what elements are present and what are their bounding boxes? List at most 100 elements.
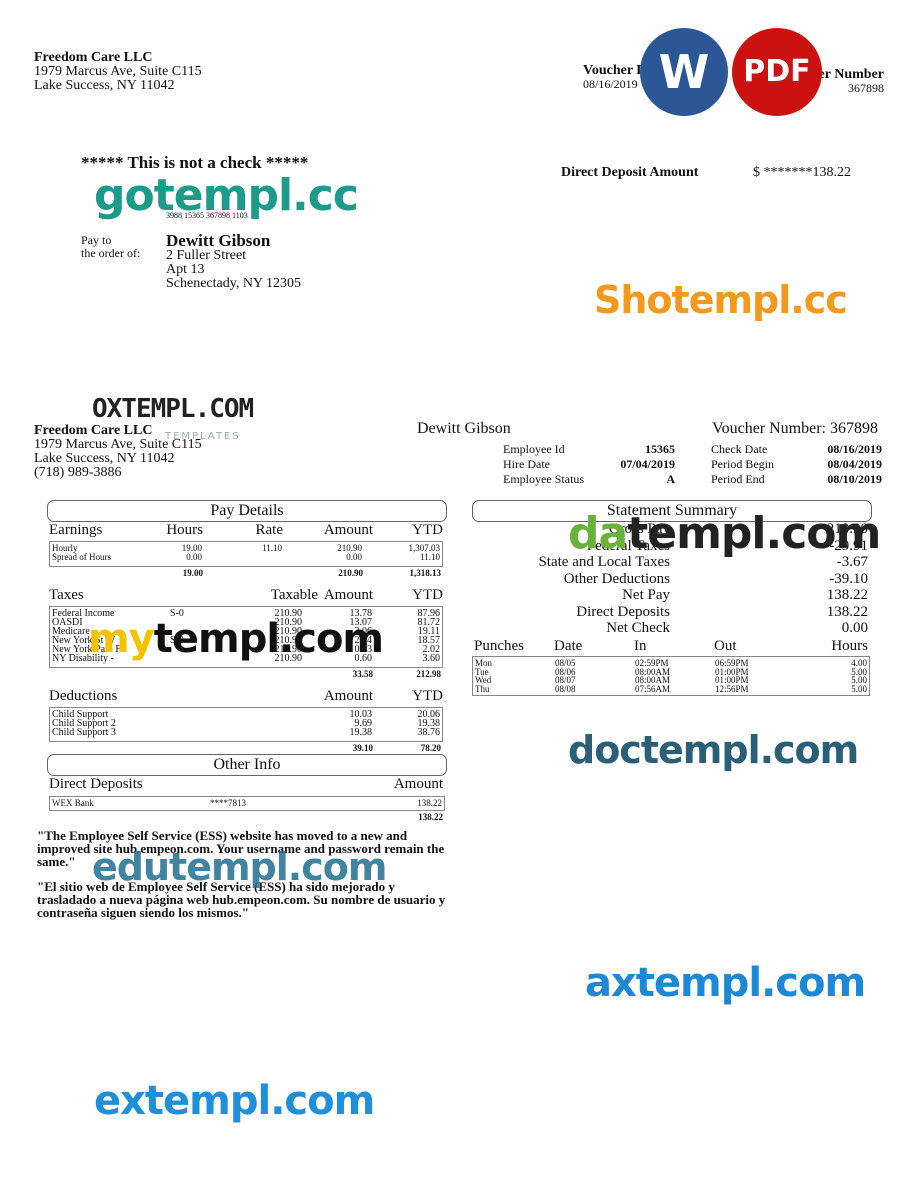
- oxtempl-watermark: OXTEMPL.COM: [92, 394, 254, 424]
- col-header: Rate: [255, 522, 284, 538]
- total-value: 39.10: [352, 743, 373, 753]
- micr-line: 3988 15365 367898 1103: [166, 211, 248, 220]
- deposit-row: WEX Bank ****7813 138.22: [49, 796, 445, 811]
- col-header: Hours: [166, 522, 203, 538]
- col-header: Out: [714, 638, 737, 654]
- company-address1: 1979 Marcus Ave, Suite C115: [34, 64, 202, 79]
- cell: Spread of Hours: [52, 552, 111, 562]
- deposit-amount: 138.22: [417, 798, 442, 808]
- col-header: Taxes: [49, 587, 84, 603]
- axtempl-watermark: axtempl.com: [585, 960, 866, 1006]
- direct-deposit-amount: $ *******138.22: [753, 165, 851, 180]
- cell: 11.10: [420, 552, 440, 562]
- stub-company-address2: Lake Success, NY 11042: [34, 451, 175, 466]
- pay-details-header: Pay Details: [47, 500, 447, 522]
- cell: Child Support 3: [52, 727, 116, 738]
- cell: 07:56AM: [635, 683, 671, 694]
- doctempl-watermark: doctempl.com: [568, 728, 859, 772]
- info-label: Period End: [711, 472, 765, 486]
- pay-stub-document: Freedom Care LLC 1979 Marcus Ave, Suite …: [0, 0, 918, 1188]
- col-header: YTD: [412, 522, 443, 538]
- col-header: Direct Deposits: [49, 776, 143, 792]
- col-header: Amount: [323, 587, 373, 603]
- payee-address1: 2 Fuller Street: [166, 248, 247, 263]
- col-header: YTD: [412, 587, 443, 603]
- punch-row: Thu 08/08 07:56AM 12:56PM 5.00: [473, 683, 869, 694]
- summary-row: Net Check 0.00: [472, 620, 870, 636]
- pay-to-label-line2: the order of:: [81, 246, 141, 260]
- company-name: Freedom Care LLC: [34, 50, 153, 65]
- word-download-icon[interactable]: W: [640, 28, 728, 116]
- info-value: 08/16/2019: [827, 442, 882, 456]
- other-info-header: Other Info: [47, 754, 447, 776]
- payee-name: Dewitt Gibson: [166, 231, 271, 250]
- employee-info: Employee Id 15365 Hire Date 07/04/2019 Emp…: [503, 443, 675, 488]
- datempl-watermark: datempl.com: [568, 508, 881, 559]
- account-mask: ****7813: [210, 798, 246, 808]
- stub-employee-name: Dewitt Gibson: [417, 420, 511, 437]
- cell: Thu: [475, 683, 490, 694]
- summary-value: -39.10: [829, 570, 868, 587]
- summary-row: Other Deductions -39.10: [472, 571, 870, 587]
- total-value: 78.20: [420, 743, 441, 753]
- summary-value: 0.00: [841, 620, 868, 636]
- col-header: In: [634, 638, 647, 654]
- summary-row: Net Pay 138.22: [472, 587, 870, 603]
- col-header: Earnings: [49, 522, 103, 538]
- info-label: Hire Date: [503, 457, 550, 471]
- total-value: 19.00: [182, 568, 203, 578]
- pdf-download-icon[interactable]: PDF: [732, 28, 822, 116]
- col-header: Taxable: [270, 587, 318, 603]
- total-value: 212.98: [416, 669, 441, 679]
- payee-block: Dewitt Gibson 2 Fuller Street Apt 13 Sch…: [166, 232, 301, 291]
- info-label: Employee Id: [503, 442, 565, 456]
- cell: 11.10: [262, 543, 282, 553]
- summary-label: Net Check: [606, 620, 670, 636]
- col-header: Punches: [474, 638, 524, 654]
- company-address2: Lake Success, NY 11042: [34, 78, 175, 93]
- info-value: A: [666, 472, 675, 486]
- col-header: Deductions: [49, 688, 118, 704]
- bank-name: WEX Bank: [52, 798, 94, 808]
- payee-address3: Schenectady, NY 12305: [166, 276, 302, 291]
- total-value: 210.90: [338, 568, 363, 578]
- summary-label: Other Deductions: [563, 570, 670, 587]
- total-value: 1,318.13: [409, 568, 442, 578]
- other-info-headers: Direct Deposits Amount: [49, 777, 443, 792]
- info-label: Period Begin: [711, 457, 774, 471]
- section-table: Hourly 19.00 11.10 210.90 1,307.03 Spread of …: [49, 541, 443, 567]
- cell: 38.76: [417, 727, 441, 738]
- stub-company-block: Freedom Care LLC 1979 Marcus Ave, Suite …: [34, 424, 202, 480]
- cell: 08/08: [555, 683, 576, 694]
- cell: 0.00: [346, 552, 362, 562]
- payee-address2: Apt 13: [166, 262, 205, 277]
- info-label: Employee Status: [503, 472, 584, 486]
- col-header: Amount: [323, 522, 373, 538]
- table-row: Child Support 3 19.38 38.76: [50, 727, 442, 738]
- cell: 0.00: [186, 552, 202, 562]
- punches-table: Mon 08/05 02:59PM 06:59PM 4.00 Tue 08/06 08:00A…: [472, 656, 870, 696]
- section-headers: Earnings Hours Rate Amount YTD: [49, 523, 443, 539]
- info-value: 08/04/2019: [827, 457, 882, 471]
- extempl-watermark: extempl.com: [94, 1078, 375, 1124]
- cell: 5.00: [851, 683, 867, 694]
- table-row: Spread of Hours 0.00 0.00 11.10: [50, 553, 442, 562]
- summary-label: Direct Deposits: [576, 603, 670, 620]
- section-headers: Taxes Taxable Amount YTD: [49, 588, 443, 604]
- stub-voucher-number: Voucher Number: 367898: [712, 420, 878, 437]
- col-header: Amount: [393, 776, 443, 792]
- info-value: 15365: [645, 442, 675, 456]
- stub-company-address1: 1979 Marcus Ave, Suite C115: [34, 437, 202, 452]
- stub-company-phone: (718) 989-3886: [34, 465, 122, 480]
- col-header: Hours: [831, 638, 868, 654]
- cell: 12:56PM: [715, 683, 749, 694]
- section-headers: Deductions Amount YTD: [49, 689, 443, 705]
- direct-deposit-label: Direct Deposit Amount: [561, 165, 699, 180]
- company-block: Freedom Care LLC 1979 Marcus Ave, Suite …: [34, 51, 202, 93]
- stub-company-name: Freedom Care LLC: [34, 423, 153, 438]
- punches-headers: Punches Date In Out Hours: [472, 638, 870, 654]
- info-value: 07/04/2019: [620, 457, 675, 471]
- info-label: Check Date: [711, 442, 768, 456]
- edutempl-watermark: edutempl.com: [92, 845, 387, 889]
- col-header: Amount: [323, 688, 373, 704]
